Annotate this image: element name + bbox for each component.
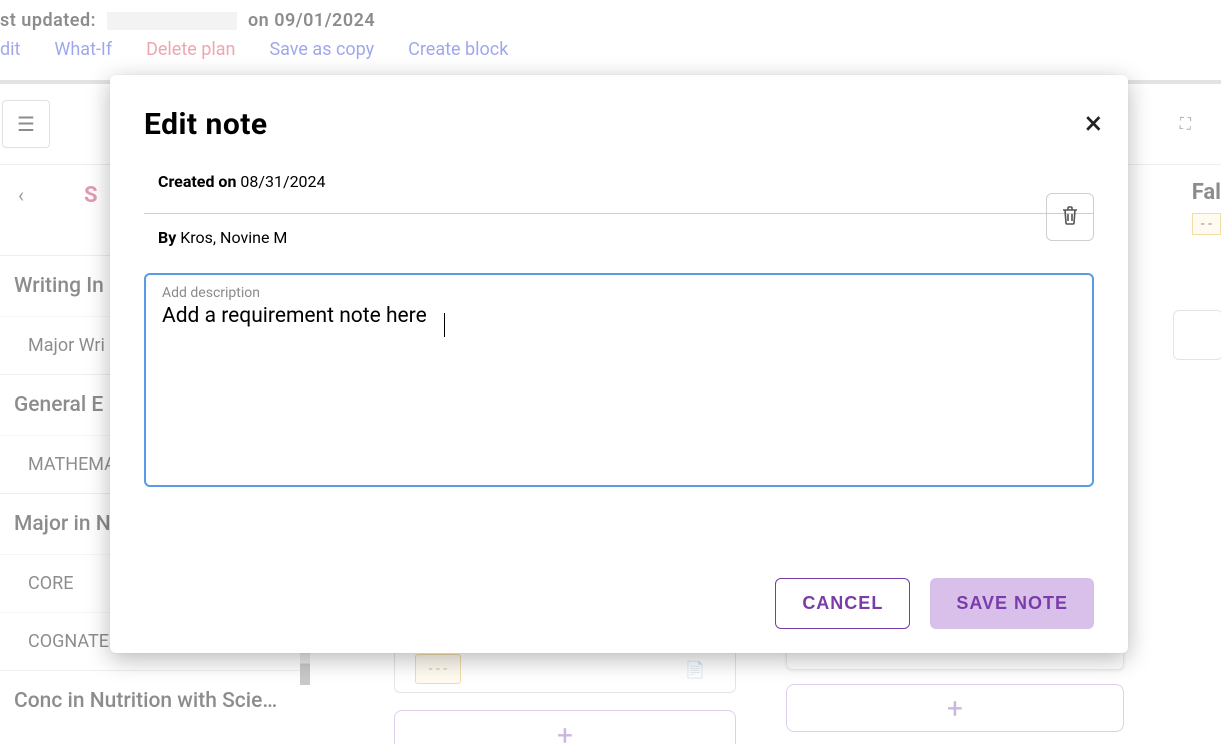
- description-textarea[interactable]: [162, 301, 1076, 458]
- text-caret: [444, 313, 445, 337]
- modal-divider: [144, 213, 1094, 214]
- by-line: By Kros, Novine M: [158, 228, 1094, 247]
- description-field[interactable]: Add description: [144, 273, 1094, 487]
- close-button[interactable]: ×: [1085, 107, 1102, 139]
- delete-note-button[interactable]: [1046, 193, 1094, 241]
- save-note-button[interactable]: SAVE NOTE: [930, 578, 1094, 629]
- modal-actions: CANCEL SAVE NOTE: [775, 578, 1094, 629]
- description-label: Add description: [162, 285, 1076, 301]
- by-value: Kros, Novine M: [180, 228, 287, 247]
- modal-title: Edit note: [144, 107, 1094, 142]
- by-label: By: [158, 228, 176, 247]
- edit-note-modal: Edit note × Created on 08/31/2024 By Kro…: [110, 75, 1128, 653]
- created-line: Created on 08/31/2024: [158, 172, 1094, 191]
- cancel-button[interactable]: CANCEL: [775, 578, 910, 629]
- trash-icon: [1060, 204, 1080, 231]
- created-label: Created on: [158, 172, 236, 191]
- created-date: 08/31/2024: [240, 172, 325, 191]
